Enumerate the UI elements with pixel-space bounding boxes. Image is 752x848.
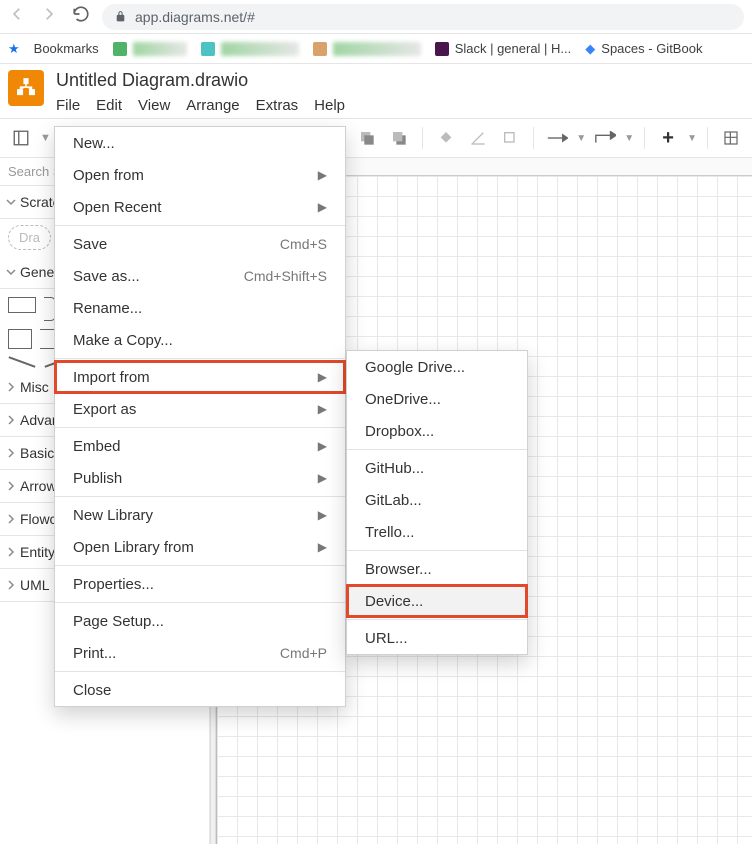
import-submenu-browser-[interactable]: Browser... xyxy=(347,553,527,585)
file-menu-save-as-[interactable]: Save as...Cmd+Shift+S xyxy=(55,260,345,292)
file-menu-publish[interactable]: Publish▶ xyxy=(55,462,345,494)
document-title[interactable]: Untitled Diagram.drawio xyxy=(56,70,345,91)
import-submenu-github-[interactable]: GitHub... xyxy=(347,452,527,484)
table-button[interactable] xyxy=(718,125,744,151)
dropdown-caret-icon: ▼ xyxy=(40,132,51,144)
dropdown-caret-icon: ▼ xyxy=(624,133,634,144)
import-submenu-device-[interactable]: Device... xyxy=(347,585,527,617)
file-menu-open-library-from[interactable]: Open Library from▶ xyxy=(55,531,345,563)
file-menu-dropdown: New...Open from▶Open Recent▶ SaveCmd+SSav… xyxy=(54,126,346,707)
waypoint-button[interactable] xyxy=(592,125,618,151)
file-menu-new-library[interactable]: New Library▶ xyxy=(55,499,345,531)
app-logo[interactable] xyxy=(8,70,44,106)
line-color-button[interactable] xyxy=(465,125,491,151)
dropdown-caret-icon: ▼ xyxy=(687,133,697,144)
fill-color-button[interactable] xyxy=(433,125,459,151)
menu-help[interactable]: Help xyxy=(314,97,345,114)
menu-extras[interactable]: Extras xyxy=(256,97,299,114)
bookmarks-star-icon[interactable]: ★ xyxy=(8,41,20,57)
shadow-button[interactable] xyxy=(497,125,523,151)
import-from-submenu: Google Drive...OneDrive...Dropbox... GitH… xyxy=(346,350,528,655)
import-submenu-gitlab-[interactable]: GitLab... xyxy=(347,484,527,516)
menu-view[interactable]: View xyxy=(138,97,170,114)
bookmarks-label[interactable]: Bookmarks xyxy=(34,41,99,56)
menu-edit[interactable]: Edit xyxy=(96,97,122,114)
shape-rect[interactable] xyxy=(8,297,36,313)
file-menu-embed[interactable]: Embed▶ xyxy=(55,430,345,462)
file-menu-print-[interactable]: Print...Cmd+P xyxy=(55,637,345,669)
to-front-button[interactable] xyxy=(354,125,380,151)
shape-line[interactable] xyxy=(9,356,36,367)
import-submenu-trello-[interactable]: Trello... xyxy=(347,516,527,548)
file-menu-rename-[interactable]: Rename... xyxy=(55,292,345,324)
app-header: Untitled Diagram.drawio File Edit View A… xyxy=(0,64,752,114)
to-back-button[interactable] xyxy=(386,125,412,151)
file-menu-page-setup-[interactable]: Page Setup... xyxy=(55,605,345,637)
connection-button[interactable] xyxy=(544,125,570,151)
import-submenu-dropbox-[interactable]: Dropbox... xyxy=(347,415,527,447)
bookmark-blurred-1[interactable] xyxy=(113,42,187,56)
file-menu-make-a-copy-[interactable]: Make a Copy... xyxy=(55,324,345,356)
forward-button[interactable] xyxy=(40,5,58,28)
file-menu-open-from[interactable]: Open from▶ xyxy=(55,159,345,191)
file-menu-save[interactable]: SaveCmd+S xyxy=(55,228,345,260)
import-submenu-url-[interactable]: URL... xyxy=(347,622,527,654)
browser-nav-bar: app.diagrams.net/# xyxy=(0,0,752,34)
import-submenu-google-drive-[interactable]: Google Drive... xyxy=(347,351,527,383)
reload-button[interactable] xyxy=(72,5,90,28)
bookmarks-bar: ★ Bookmarks Slack | general | H... ◆Spac… xyxy=(0,34,752,64)
import-submenu-onedrive-[interactable]: OneDrive... xyxy=(347,383,527,415)
menu-arrange[interactable]: Arrange xyxy=(186,97,239,114)
file-menu-new-[interactable]: New... xyxy=(55,127,345,159)
bookmark-blurred-2[interactable] xyxy=(201,42,299,56)
insert-button[interactable]: + xyxy=(655,125,681,151)
menu-file[interactable]: File xyxy=(56,97,80,114)
shape-table[interactable] xyxy=(8,329,32,349)
dropdown-caret-icon: ▼ xyxy=(576,133,586,144)
bookmark-spaces[interactable]: ◆Spaces - GitBook xyxy=(585,41,702,57)
menubar: File Edit View Arrange Extras Help xyxy=(56,91,345,114)
file-menu-close[interactable]: Close xyxy=(55,674,345,706)
address-bar[interactable]: app.diagrams.net/# xyxy=(102,4,744,30)
file-menu-properties-[interactable]: Properties... xyxy=(55,568,345,600)
back-button[interactable] xyxy=(8,5,26,28)
file-menu-export-as[interactable]: Export as▶ xyxy=(55,393,345,425)
bookmark-blurred-3[interactable] xyxy=(313,42,421,56)
lock-icon xyxy=(114,10,127,23)
file-menu-import-from[interactable]: Import from▶ xyxy=(55,361,345,393)
view-mode-button[interactable] xyxy=(8,125,34,151)
bookmark-slack[interactable]: Slack | general | H... xyxy=(435,41,572,56)
url-text: app.diagrams.net/# xyxy=(135,9,255,25)
file-menu-open-recent[interactable]: Open Recent▶ xyxy=(55,191,345,223)
drag-hint: Dra xyxy=(8,225,51,250)
